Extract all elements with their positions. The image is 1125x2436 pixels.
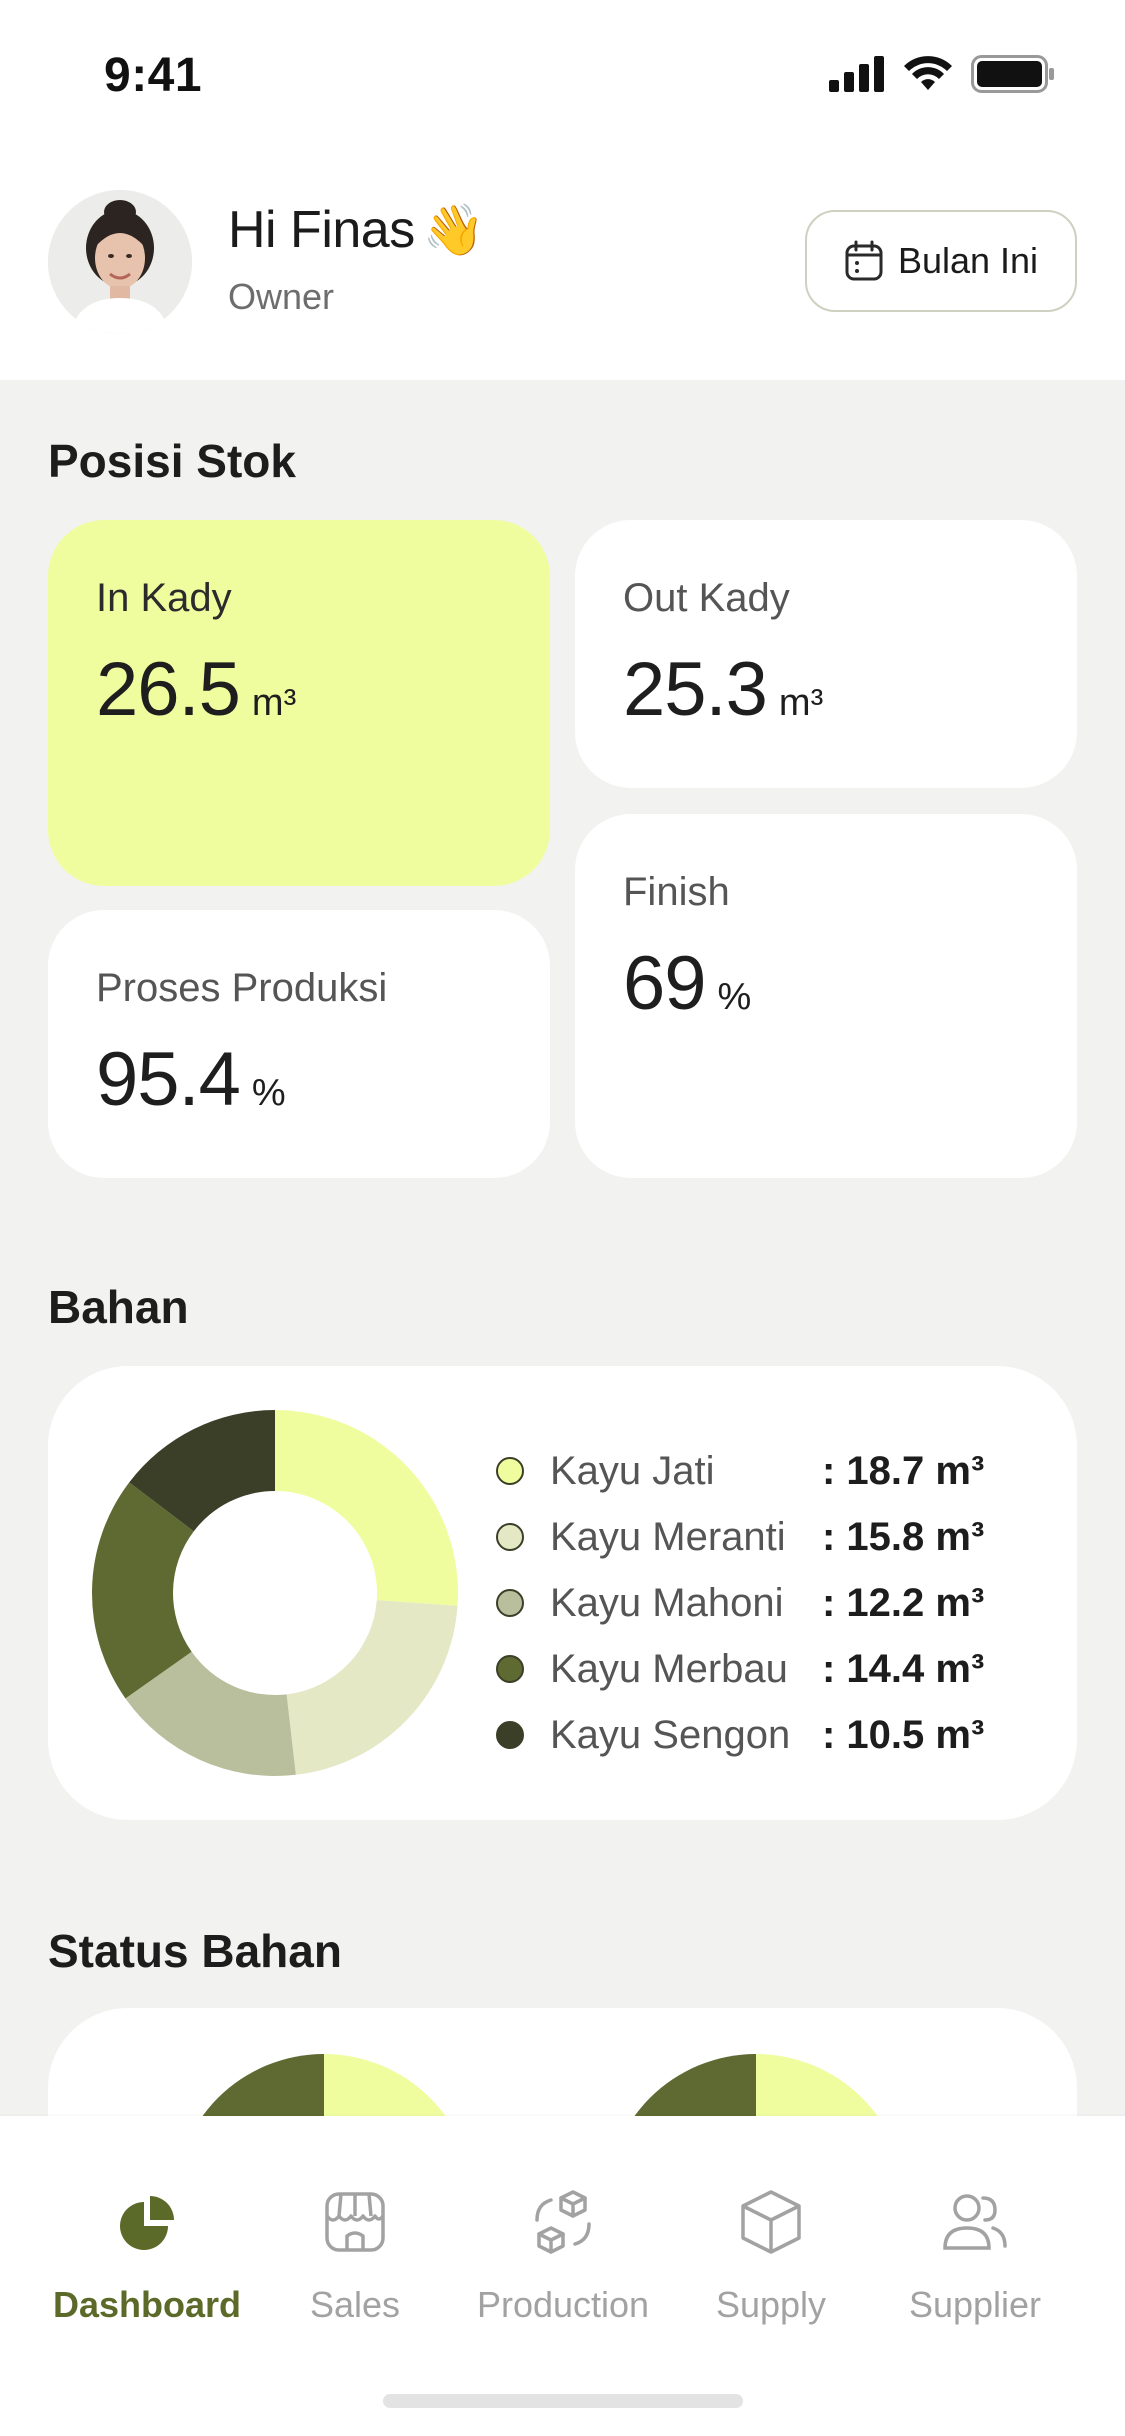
status-time: 9:41	[104, 49, 203, 102]
proses-produksi-unit: %	[251, 1072, 286, 1114]
pie-chart-icon	[120, 2196, 174, 2250]
legend-value: : 10.5 m³	[822, 1712, 985, 1757]
home-indicator	[383, 2394, 743, 2408]
legend-dot-icon	[496, 1721, 524, 1749]
donut-slice-kayu-jati	[275, 1410, 458, 1606]
period-filter-label: Bulan Ini	[897, 240, 1039, 281]
status-icons	[829, 54, 1055, 94]
calendar-icon	[845, 240, 883, 281]
legend-name: Kayu Sengon	[550, 1712, 791, 1757]
legend-dot-icon	[496, 1523, 524, 1551]
legend-value: : 15.8 m³	[822, 1514, 985, 1559]
legend-value: : 12.2 m³	[822, 1580, 985, 1625]
header: 9:41 Hi Finas 👋 Owner Bulan Ini	[0, 0, 1125, 380]
finish-card[interactable]: Finish 69%	[575, 814, 1077, 1178]
user-role: Owner	[228, 276, 335, 317]
posisi-stok-title: Posisi Stok	[48, 435, 296, 487]
in-kady-unit: m³	[251, 682, 297, 724]
nav-label-supply: Supply	[715, 2284, 827, 2325]
out-kady-unit: m³	[778, 682, 824, 724]
out-kady-value: 25.3 m³	[623, 646, 823, 733]
in-kady-card[interactable]: In Kady 26.5 m³	[48, 520, 550, 886]
in-kady-number: 26.5	[96, 647, 241, 732]
bahan-donut-chart	[92, 1410, 458, 1776]
status-bar: 9:41	[0, 0, 1125, 140]
box-icon	[741, 2190, 801, 2254]
nav-item-supply[interactable]: Supply	[666, 2186, 876, 2326]
finish-value: 69%	[623, 940, 751, 1027]
legend-item: Kayu Sengon : 10.5 m³	[496, 1702, 984, 1768]
proses-produksi-number: 95.4	[96, 1037, 241, 1122]
status-bahan-title: Status Bahan	[48, 1925, 342, 1977]
bahan-title: Bahan	[48, 1281, 189, 1333]
legend-dot-icon	[496, 1589, 524, 1617]
legend-dot-icon	[496, 1457, 524, 1485]
nav-item-sales[interactable]: Sales	[250, 2186, 460, 2326]
legend-name: Kayu Mahoni	[550, 1580, 784, 1625]
legend-item: Kayu Mahoni : 12.2 m³	[496, 1570, 984, 1636]
out-kady-label: Out Kady	[623, 576, 790, 620]
finish-unit: %	[717, 976, 752, 1018]
nav-item-dashboard[interactable]: Dashboard	[42, 2186, 252, 2326]
avatar[interactable]	[48, 190, 192, 334]
in-kady-label: In Kady	[96, 576, 232, 620]
bottom-nav: Dashboard Sales Production Supply Suppli…	[0, 2116, 1125, 2436]
legend-name: Kayu Merbau	[550, 1646, 788, 1691]
nav-item-supplier[interactable]: Supplier	[870, 2186, 1080, 2326]
period-filter-button[interactable]: Bulan Ini	[805, 210, 1077, 312]
legend-item: Kayu Jati : 18.7 m³	[496, 1438, 984, 1504]
wifi-icon	[904, 56, 952, 90]
nav-label-dashboard: Dashboard	[52, 2284, 242, 2325]
bahan-card: Kayu Jati: 18.7 m³ Kayu Meranti: 15.8 m³ K…	[48, 1366, 1077, 1820]
proses-produksi-value: 95.4%	[96, 1036, 286, 1123]
proses-produksi-label: Proses Produksi	[96, 966, 388, 1010]
wave-emoji: 👋	[422, 202, 485, 258]
user-photo-icon	[48, 190, 192, 334]
users-icon	[943, 2194, 1007, 2250]
bahan-legend: Kayu Jati: 18.7 m³ Kayu Meranti: 15.8 m³ K…	[496, 1438, 984, 1768]
legend-item: Kayu Merbau : 14.4 m³	[496, 1636, 984, 1702]
donut-slice-kayu-meranti	[286, 1600, 458, 1775]
out-kady-card[interactable]: Out Kady 25.3 m³	[575, 520, 1077, 788]
legend-value: : 14.4 m³	[822, 1646, 985, 1691]
nav-item-production[interactable]: Production	[458, 2186, 668, 2326]
boxes-cycle-icon	[535, 2190, 591, 2254]
nav-label-supplier: Supplier	[908, 2284, 1042, 2325]
legend-value: : 18.7 m³	[822, 1448, 985, 1493]
nav-label-sales: Sales	[309, 2284, 401, 2325]
in-kady-value: 26.5 m³	[96, 646, 296, 733]
legend-name: Kayu Jati	[550, 1448, 715, 1493]
legend-name: Kayu Meranti	[550, 1514, 786, 1559]
cellular-signal-icon	[829, 56, 884, 92]
legend-item: Kayu Meranti : 15.8 m³	[496, 1504, 984, 1570]
out-kady-number: 25.3	[623, 647, 768, 732]
battery-icon	[971, 55, 1054, 93]
proses-produksi-card[interactable]: Proses Produksi 95.4%	[48, 910, 550, 1178]
greeting: Hi Finas 👋	[228, 200, 485, 260]
nav-label-production: Production	[476, 2284, 650, 2325]
store-icon	[325, 2192, 385, 2252]
finish-number: 69	[623, 941, 707, 1026]
greeting-text: Hi Finas	[228, 201, 415, 259]
finish-label: Finish	[623, 870, 730, 914]
legend-dot-icon	[496, 1655, 524, 1683]
